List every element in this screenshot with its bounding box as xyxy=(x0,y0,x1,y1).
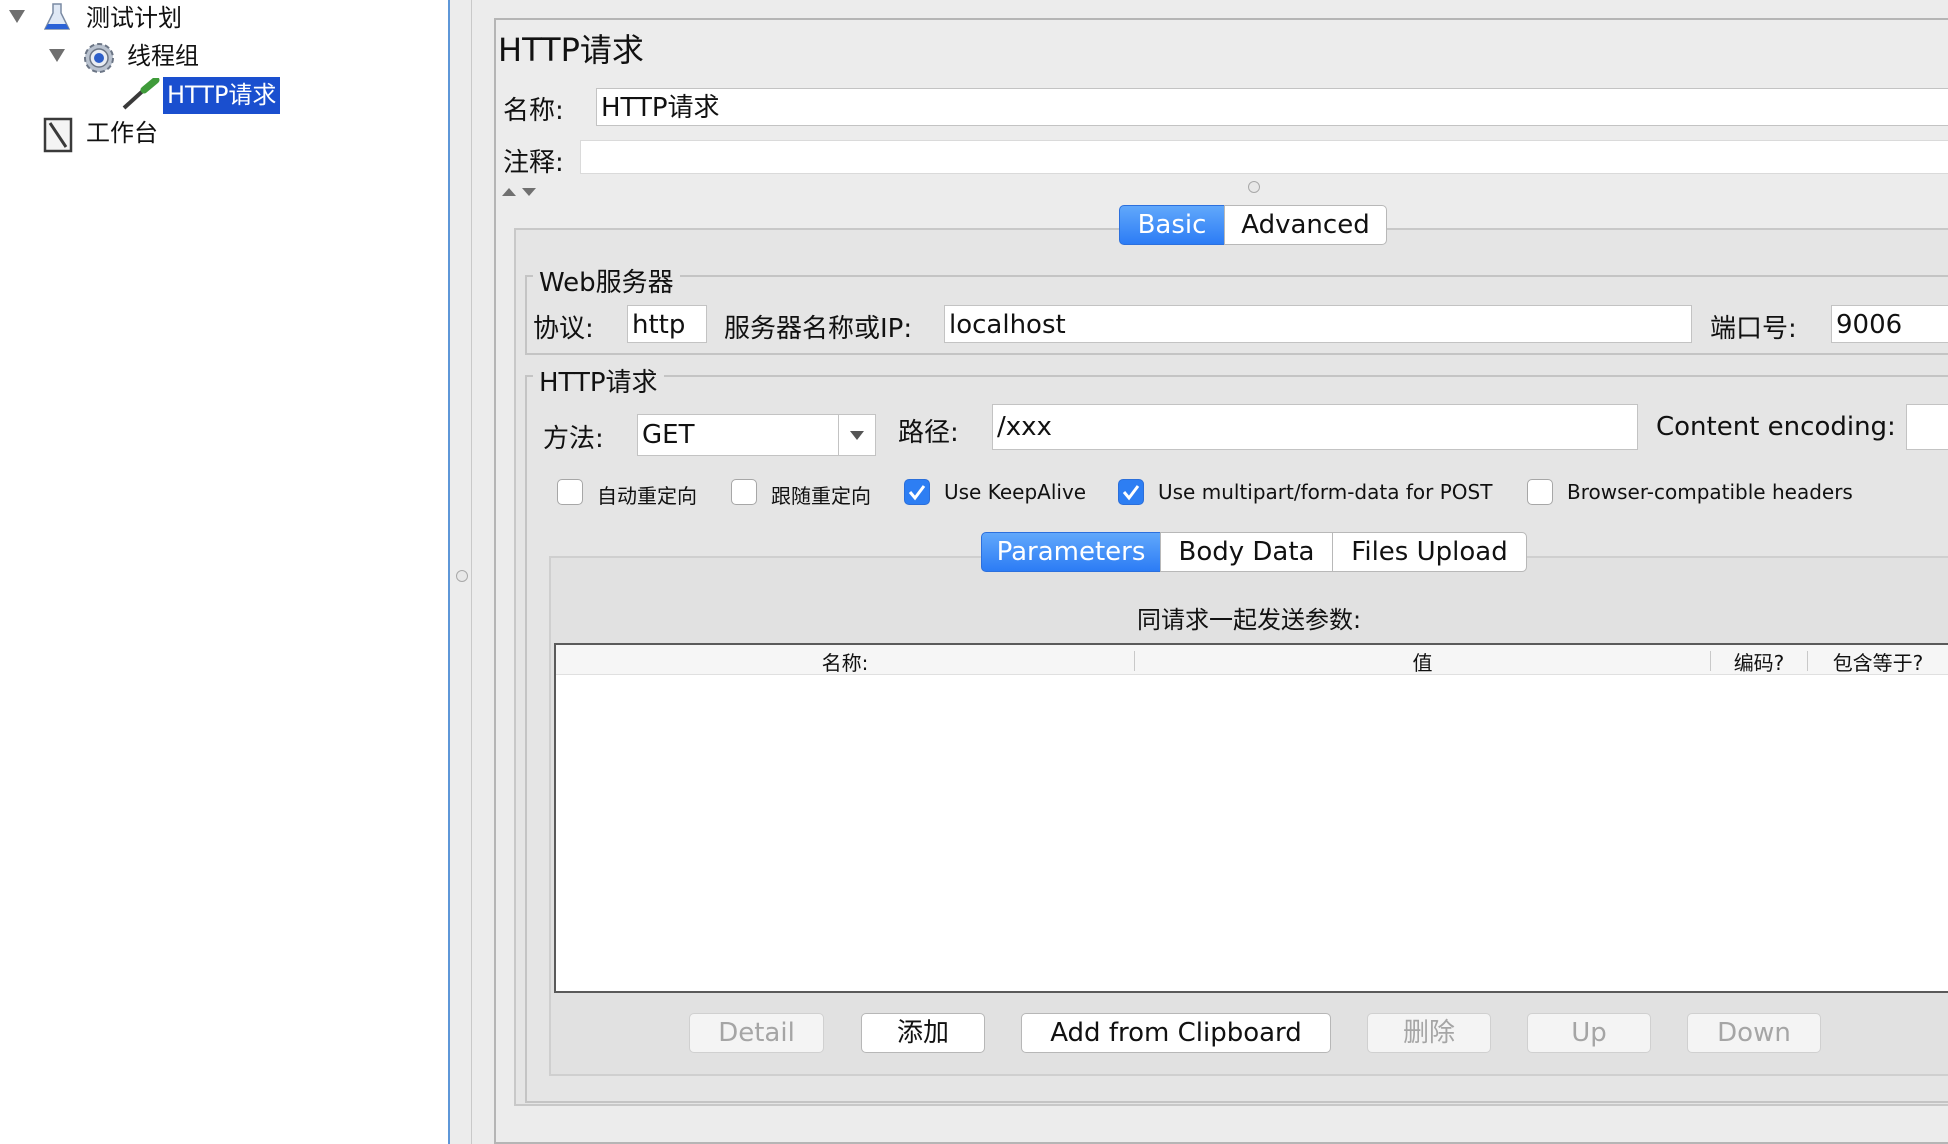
method-select[interactable]: GET xyxy=(637,414,839,456)
flask-icon xyxy=(43,2,71,36)
browser-headers-label: Browser-compatible headers xyxy=(1567,480,1853,504)
split-expand-down-icon[interactable] xyxy=(522,182,536,201)
path-field[interactable]: /xxx xyxy=(992,404,1638,450)
column-header-encode[interactable]: 编码? xyxy=(1711,647,1807,676)
name-field[interactable]: HTTP请求 xyxy=(596,88,1948,126)
collapse-arrow-icon[interactable] xyxy=(8,8,26,28)
browser-headers-checkbox[interactable] xyxy=(1527,479,1553,505)
auto-redirect-checkbox[interactable] xyxy=(557,479,583,505)
column-header-include-equals[interactable]: 包含等于? xyxy=(1808,647,1948,676)
method-label: 方法: xyxy=(543,424,604,454)
parameters-table[interactable] xyxy=(554,643,1948,993)
comment-field[interactable] xyxy=(580,140,1948,174)
delete-button[interactable]: 删除 xyxy=(1367,1013,1491,1053)
pipette-icon xyxy=(120,76,160,116)
tab-body-data[interactable]: Body Data xyxy=(1160,532,1333,572)
multipart-checkbox[interactable] xyxy=(1118,479,1144,505)
split-expand-up-icon[interactable] xyxy=(502,182,516,201)
test-plan-tree: 测试计划 线程组 HTTP请求 工作台 xyxy=(0,0,450,1144)
tree-item-workbench[interactable]: 工作台 xyxy=(86,118,158,148)
page-title: HTTP请求 xyxy=(498,31,644,69)
collapse-arrow-icon[interactable] xyxy=(48,47,66,67)
splitter-grip-icon[interactable] xyxy=(1248,181,1260,193)
port-field[interactable]: 9006 xyxy=(1831,305,1948,343)
web-server-legend: Web服务器 xyxy=(533,262,680,299)
path-label: 路径: xyxy=(898,418,959,448)
tab-basic[interactable]: Basic xyxy=(1119,205,1225,245)
port-label: 端口号: xyxy=(1710,314,1797,344)
content-encoding-label: Content encoding: xyxy=(1656,412,1896,442)
tab-parameters[interactable]: Parameters xyxy=(981,532,1161,572)
tab-advanced[interactable]: Advanced xyxy=(1224,205,1387,245)
down-button[interactable]: Down xyxy=(1687,1013,1821,1053)
dropdown-chevron-icon[interactable] xyxy=(838,414,876,456)
splitter-grip-icon[interactable] xyxy=(456,570,468,582)
add-from-clipboard-button[interactable]: Add from Clipboard xyxy=(1021,1013,1331,1053)
server-field[interactable]: localhost xyxy=(944,305,1692,343)
name-label: 名称: xyxy=(503,96,564,126)
tab-files-upload[interactable]: Files Upload xyxy=(1332,532,1527,572)
multipart-label: Use multipart/form-data for POST xyxy=(1158,480,1493,504)
tree-item-test-plan[interactable]: 测试计划 xyxy=(86,3,182,33)
column-header-value[interactable]: 值 xyxy=(1135,647,1710,676)
server-label: 服务器名称或IP: xyxy=(724,314,913,344)
check-icon xyxy=(908,485,926,501)
column-header-name[interactable]: 名称: xyxy=(556,647,1134,676)
content-encoding-field[interactable] xyxy=(1906,404,1948,450)
gear-icon xyxy=(80,40,118,80)
parameters-caption: 同请求一起发送参数: xyxy=(1136,606,1362,634)
protocol-label: 协议: xyxy=(533,314,594,344)
keepalive-checkbox[interactable] xyxy=(904,479,930,505)
comment-label: 注释: xyxy=(503,148,564,178)
http-request-legend: HTTP请求 xyxy=(533,362,664,399)
keepalive-label: Use KeepAlive xyxy=(944,480,1087,504)
detail-button[interactable]: Detail xyxy=(689,1013,824,1053)
workbench-icon xyxy=(42,117,74,157)
follow-redirect-label: 跟随重定向 xyxy=(771,484,871,508)
tree-item-thread-group[interactable]: 线程组 xyxy=(127,41,199,71)
tree-item-http-request[interactable]: HTTP请求 xyxy=(163,77,281,114)
pane-splitter[interactable] xyxy=(452,0,472,1144)
add-button[interactable]: 添加 xyxy=(861,1013,985,1053)
check-icon xyxy=(1122,485,1140,501)
follow-redirect-checkbox[interactable] xyxy=(731,479,757,505)
protocol-field[interactable]: http xyxy=(627,305,707,343)
up-button[interactable]: Up xyxy=(1527,1013,1651,1053)
auto-redirect-label: 自动重定向 xyxy=(597,484,697,508)
